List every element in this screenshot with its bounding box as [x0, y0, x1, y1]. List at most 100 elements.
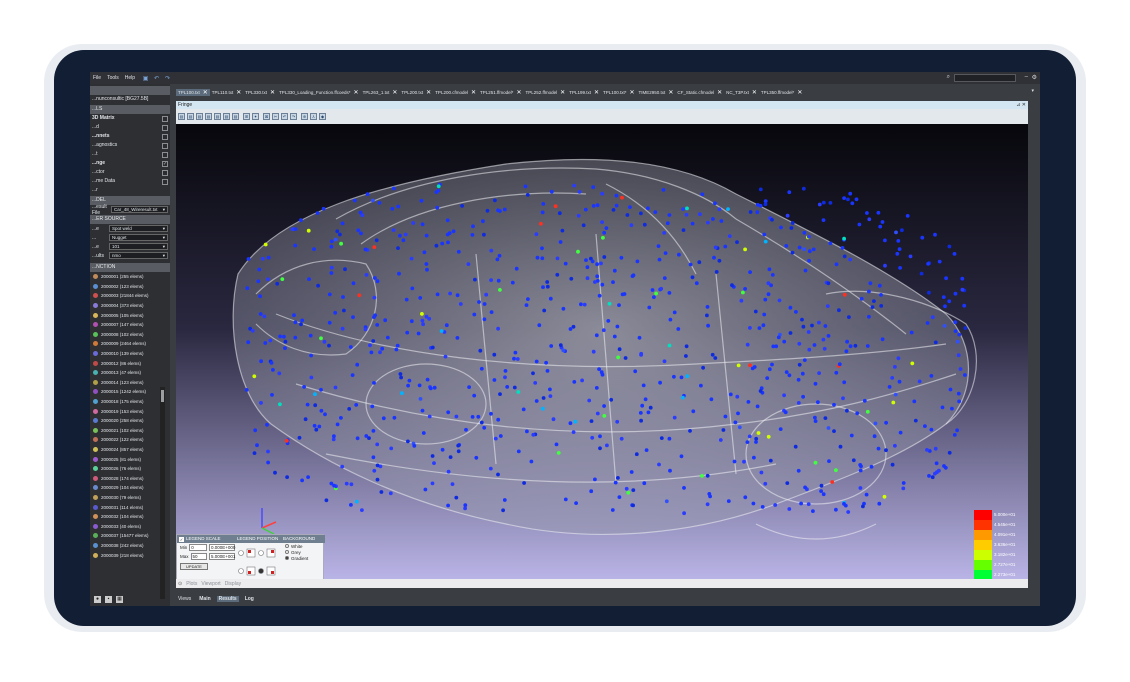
tab-close-icon[interactable]: ✕ — [560, 89, 565, 96]
component-item[interactable]: 2000003 (21844 elems) — [90, 291, 170, 301]
tab-close-icon[interactable]: ✕ — [717, 89, 722, 96]
document-tab[interactable]: TIME2950.txt ✕ — [637, 89, 676, 96]
document-tab[interactable]: CF_Static.cfmodel ✕ — [675, 89, 724, 96]
sidebar-item[interactable]: ...ctor — [90, 168, 170, 177]
component-scrollbar[interactable] — [160, 387, 165, 599]
document-tab[interactable]: TPL330_Loading_Function.ffcoeds* ✕ — [277, 89, 361, 96]
source-select[interactable]: Nugget ▾ — [109, 234, 168, 241]
save-icon[interactable]: ▣ — [142, 75, 149, 82]
document-tab[interactable]: TPL110.txt ✕ — [210, 89, 243, 96]
tab-close-icon[interactable]: ✕ — [354, 89, 359, 96]
view-top-icon[interactable]: ▤ — [214, 113, 221, 120]
component-item[interactable]: 2000037 (15477 elems) — [90, 531, 170, 541]
redo-icon[interactable]: ↷ — [164, 75, 171, 82]
tab-close-icon[interactable]: ✕ — [630, 89, 635, 96]
bottom-tab[interactable]: Main — [197, 596, 212, 602]
document-tab[interactable]: TPL251.ffmodel* ✕ — [478, 89, 523, 96]
view-back-icon[interactable]: ▤ — [187, 113, 194, 120]
component-item[interactable]: 2000025 (81 elems) — [90, 454, 170, 464]
tab-close-icon[interactable]: ✕ — [797, 89, 802, 96]
component-item[interactable]: 2000001 (255 elems) — [90, 272, 170, 282]
sidebar-item-checkbox[interactable] — [162, 115, 168, 122]
sidebar-item-checkbox[interactable] — [162, 124, 168, 131]
component-item[interactable]: 2000033 (40 elems) — [90, 521, 170, 531]
tab-display[interactable]: Display — [225, 581, 241, 587]
undo-view-icon[interactable]: ↶ — [281, 113, 288, 120]
tab-plots[interactable]: Plots — [186, 581, 197, 587]
component-item[interactable]: 2000007 (147 elems) — [90, 320, 170, 330]
view-left-icon[interactable]: ▤ — [196, 113, 203, 120]
min-sci-input[interactable]: 0.000E+000 — [209, 544, 235, 551]
rotate-icon[interactable]: ✦ — [252, 113, 259, 120]
undo-icon[interactable]: ↶ — [153, 75, 160, 82]
sidebar-item-checkbox[interactable] — [162, 142, 168, 149]
bottom-tab[interactable]: Views — [176, 596, 193, 602]
component-item[interactable]: 2000010 (139 elems) — [90, 349, 170, 359]
document-tab[interactable]: TPL200.txt ✕ — [399, 89, 433, 96]
scrollbar-thumb[interactable] — [161, 390, 164, 402]
document-tab[interactable]: TPL252.ffmodel ✕ — [523, 89, 567, 96]
sidebar-item-checkbox[interactable] — [162, 133, 168, 140]
source-select[interactable]: nmo ▾ — [109, 252, 168, 259]
view-bottom-icon[interactable]: ▤ — [223, 113, 230, 120]
component-item[interactable]: 2000002 (123 elems) — [90, 282, 170, 292]
tab-close-icon[interactable]: ✕ — [594, 89, 599, 96]
tab-close-icon[interactable]: ✕ — [203, 89, 208, 96]
component-item[interactable]: 2000012 (86 elems) — [90, 358, 170, 368]
component-item[interactable]: 2000022 (122 elems) — [90, 435, 170, 445]
collapse-icon[interactable]: ⊙ — [178, 581, 182, 587]
component-item[interactable]: 2000013 (47 elems) — [90, 368, 170, 378]
component-item[interactable]: 2000038 (242 elems) — [90, 541, 170, 551]
component-item[interactable]: 2000018 (175 elems) — [90, 397, 170, 407]
sidebar-item-checkbox[interactable] — [162, 169, 168, 176]
sidebar-item[interactable]: ...agnostics — [90, 141, 170, 150]
tab-close-icon[interactable]: ✕ — [471, 89, 476, 96]
menu-help[interactable]: Help — [122, 75, 138, 81]
component-item[interactable]: 2000031 (114 elems) — [90, 502, 170, 512]
source-select[interactable]: 101 ▾ — [109, 243, 168, 250]
tab-close-icon[interactable]: ✕ — [392, 89, 397, 96]
min-input[interactable]: 0 — [189, 544, 207, 551]
document-tab[interactable]: NC_T3P.txt ✕ — [724, 89, 759, 96]
sidebar-item[interactable]: 3D Matrix — [90, 114, 170, 123]
component-item[interactable]: 2000039 (218 elems) — [90, 550, 170, 560]
3d-viewport[interactable]: 5.000e+01 4.545e+01 4.091e+01 3.636e+01 3.18… — [176, 124, 1028, 579]
view-front-icon[interactable]: ▤ — [178, 113, 185, 120]
tab-viewport[interactable]: Viewport — [201, 581, 220, 587]
radio-button[interactable] — [285, 550, 289, 554]
max-sci-input[interactable]: 5.000E+001 — [209, 553, 235, 560]
tabs-overflow-icon[interactable]: ▾ — [1031, 88, 1034, 94]
sidebar-item-checkbox[interactable] — [162, 178, 168, 185]
sidebar-item[interactable]: ...nnets — [90, 132, 170, 141]
radio-button[interactable] — [285, 544, 289, 548]
measure-icon[interactable]: ✂ — [272, 113, 279, 120]
sidebar-item-checkbox[interactable] — [162, 151, 168, 158]
sidebar-item[interactable]: ...t — [90, 150, 170, 159]
component-item[interactable]: 2000008 (102 elems) — [90, 330, 170, 340]
minimize-icon[interactable]: – — [1025, 74, 1028, 80]
bottom-tab[interactable]: Results — [216, 596, 239, 602]
component-item[interactable]: 2000005 (105 elems) — [90, 310, 170, 320]
component-item[interactable]: 2000021 (102 elems) — [90, 426, 170, 436]
axis-icon[interactable]: ⅄ — [310, 113, 317, 120]
color-icon[interactable]: ◆ — [319, 113, 326, 120]
tab-close-icon[interactable]: ✕ — [668, 89, 673, 96]
legend-position-options[interactable] — [235, 543, 281, 581]
background-option[interactable]: Gradient — [281, 555, 325, 561]
settings-icon[interactable]: ⚙ — [1032, 74, 1037, 81]
max-input[interactable]: 50 — [190, 553, 207, 560]
tab-close-icon[interactable]: ✕ — [236, 89, 241, 96]
document-tab[interactable]: TPL100.txt* ✕ — [601, 89, 637, 96]
fit-icon[interactable]: ⊞ — [243, 113, 250, 120]
source-select[interactable]: Spot weld ▾ — [109, 225, 168, 232]
screen-icon[interactable]: ▪ — [105, 596, 112, 603]
component-item[interactable]: 2000024 (857 elems) — [90, 445, 170, 455]
radio-button[interactable] — [285, 556, 289, 560]
tab-close-icon[interactable]: ✕ — [426, 89, 431, 96]
document-tab[interactable]: TPL350.ffmodel* ✕ — [759, 89, 804, 96]
document-tab[interactable]: TPL100.txt ✕ — [176, 89, 210, 96]
sidebar-item[interactable]: ...me Data — [90, 177, 170, 186]
result-file-field[interactable]: Car_48_Wireresult.txt ▾ — [111, 206, 168, 213]
update-button[interactable]: UPDATE — [180, 563, 208, 570]
component-item[interactable]: 2000009 (2464 elems) — [90, 339, 170, 349]
